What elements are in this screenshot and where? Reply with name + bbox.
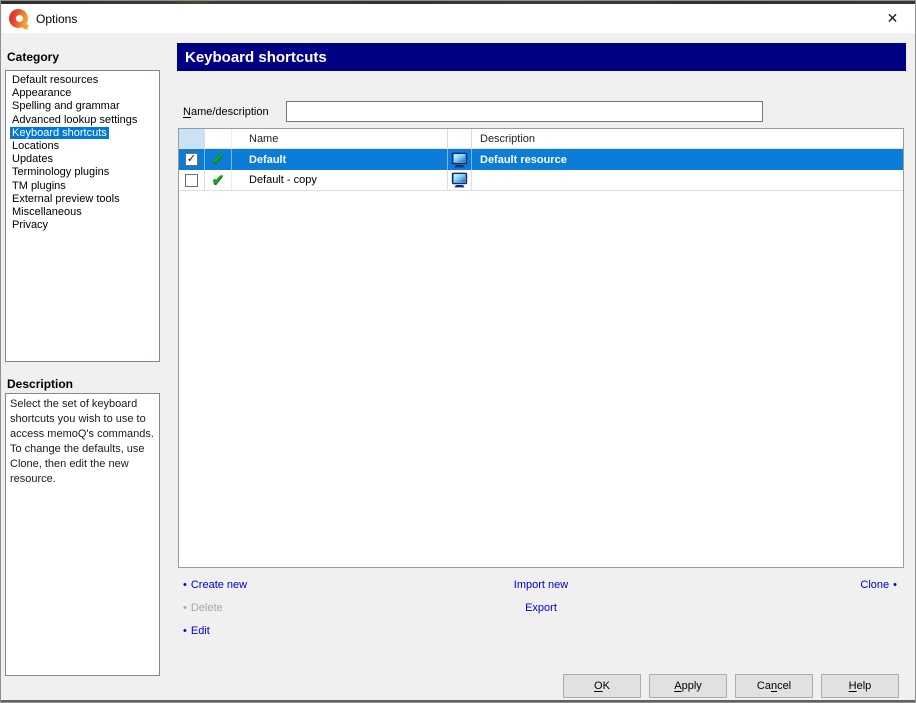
row-description-cell[interactable]: Default resource — [472, 149, 903, 170]
green-check-icon: ✔ — [212, 152, 225, 167]
page-title: Keyboard shortcuts — [177, 43, 906, 71]
description-text: Select the set of keyboard shortcuts you… — [10, 398, 154, 485]
category-item-updates[interactable]: Updates — [6, 153, 159, 166]
category-item-spelling-and-grammar[interactable]: Spelling and grammar — [6, 100, 159, 113]
category-item-advanced-lookup-settings[interactable]: Advanced lookup settings — [6, 114, 159, 127]
row-description-cell[interactable] — [472, 170, 903, 190]
row-checkbox-unchecked[interactable] — [185, 174, 198, 187]
memoq-logo-icon — [9, 9, 28, 28]
name-description-label: Name/description — [183, 106, 269, 118]
window-bottom-border — [1, 700, 916, 702]
close-icon[interactable]: ✕ — [870, 4, 915, 33]
description-column-header[interactable]: Description — [472, 129, 903, 148]
help-button[interactable]: Help — [821, 674, 899, 698]
row-name-cell[interactable]: Default - copy — [232, 170, 448, 190]
clone-link[interactable]: Clone• — [860, 579, 897, 591]
computer-icon — [448, 149, 472, 170]
category-item-miscellaneous[interactable]: Miscellaneous — [6, 206, 159, 219]
category-item-default-resources[interactable]: Default resources — [6, 74, 159, 87]
category-list[interactable]: Default resources Appearance Spelling an… — [5, 70, 160, 362]
table-header-row: Name Description — [179, 129, 903, 149]
category-item-tm-plugins[interactable]: TM plugins — [6, 180, 159, 193]
cancel-button[interactable]: Cancel — [735, 674, 813, 698]
category-item-privacy[interactable]: Privacy — [6, 219, 159, 232]
category-label: Category — [7, 50, 59, 64]
category-item-appearance[interactable]: Appearance — [6, 87, 159, 100]
green-check-icon: ✔ — [212, 173, 225, 188]
category-item-locations[interactable]: Locations — [6, 140, 159, 153]
name-column-header[interactable]: Name — [232, 129, 448, 148]
description-label: Description — [7, 377, 73, 391]
category-item-keyboard-shortcuts[interactable]: Keyboard shortcuts — [6, 127, 159, 140]
table-empty-area — [179, 191, 903, 567]
resource-table: Name Description ✓ ✔ Default — [178, 128, 904, 568]
location-column-header[interactable] — [448, 129, 472, 148]
options-dialog: Options ✕ Category Default resources App… — [0, 0, 916, 703]
category-item-terminology-plugins[interactable]: Terminology plugins — [6, 166, 159, 179]
bullet-icon: • — [183, 625, 187, 637]
status-column-header[interactable] — [205, 129, 232, 148]
ok-button[interactable]: OK — [563, 674, 641, 698]
export-link[interactable]: Export — [178, 602, 904, 614]
row-checkbox-checked[interactable]: ✓ — [185, 153, 198, 166]
table-row-default[interactable]: ✓ ✔ Default Default resource — [179, 149, 903, 170]
import-new-link[interactable]: Import new — [178, 579, 904, 591]
description-box: Select the set of keyboard shortcuts you… — [5, 393, 160, 676]
bullet-icon: • — [893, 579, 897, 591]
checkbox-column-header[interactable] — [179, 129, 205, 148]
name-description-input[interactable] — [286, 101, 763, 122]
window-title: Options — [36, 12, 77, 26]
row-name-cell[interactable]: Default — [232, 149, 448, 170]
computer-icon — [448, 170, 472, 190]
category-item-external-preview-tools[interactable]: External preview tools — [6, 193, 159, 206]
title-bar[interactable]: Options ✕ — [2, 4, 915, 33]
edit-link[interactable]: •Edit — [183, 625, 210, 637]
apply-button[interactable]: Apply — [649, 674, 727, 698]
table-row-default-copy[interactable]: ✔ Default - copy — [179, 170, 903, 191]
